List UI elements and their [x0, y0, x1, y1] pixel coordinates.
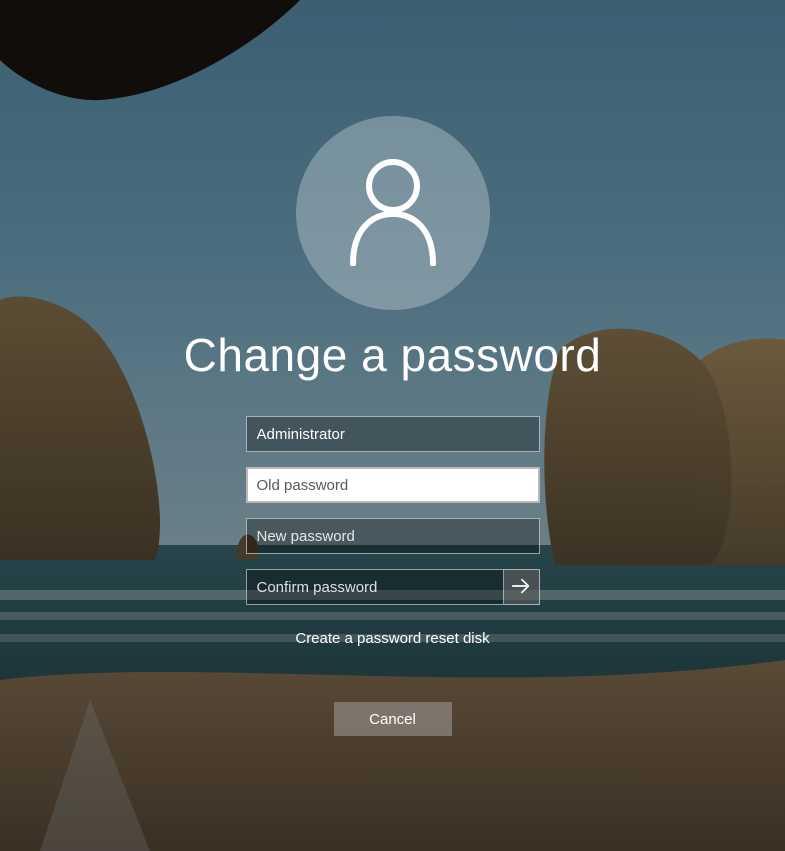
- confirm-password-field[interactable]: [246, 569, 504, 605]
- submit-button[interactable]: [504, 569, 540, 605]
- old-password-field[interactable]: [246, 467, 540, 503]
- old-password-field-wrap: [246, 467, 540, 503]
- change-password-panel: Change a password Create a password res: [0, 0, 785, 851]
- new-password-field-wrap: [246, 518, 540, 554]
- reset-disk-link[interactable]: Create a password reset disk: [295, 630, 489, 647]
- user-icon: [343, 156, 443, 271]
- change-password-form: Create a password reset disk Cancel: [246, 416, 540, 736]
- page-title: Change a password: [184, 328, 602, 382]
- user-avatar: [296, 116, 490, 310]
- username-field[interactable]: [246, 416, 540, 452]
- new-password-field[interactable]: [246, 518, 540, 554]
- cancel-button[interactable]: Cancel: [334, 702, 452, 736]
- username-field-wrap: [246, 416, 540, 452]
- confirm-password-row: [246, 569, 540, 605]
- arrow-right-icon: [510, 575, 532, 600]
